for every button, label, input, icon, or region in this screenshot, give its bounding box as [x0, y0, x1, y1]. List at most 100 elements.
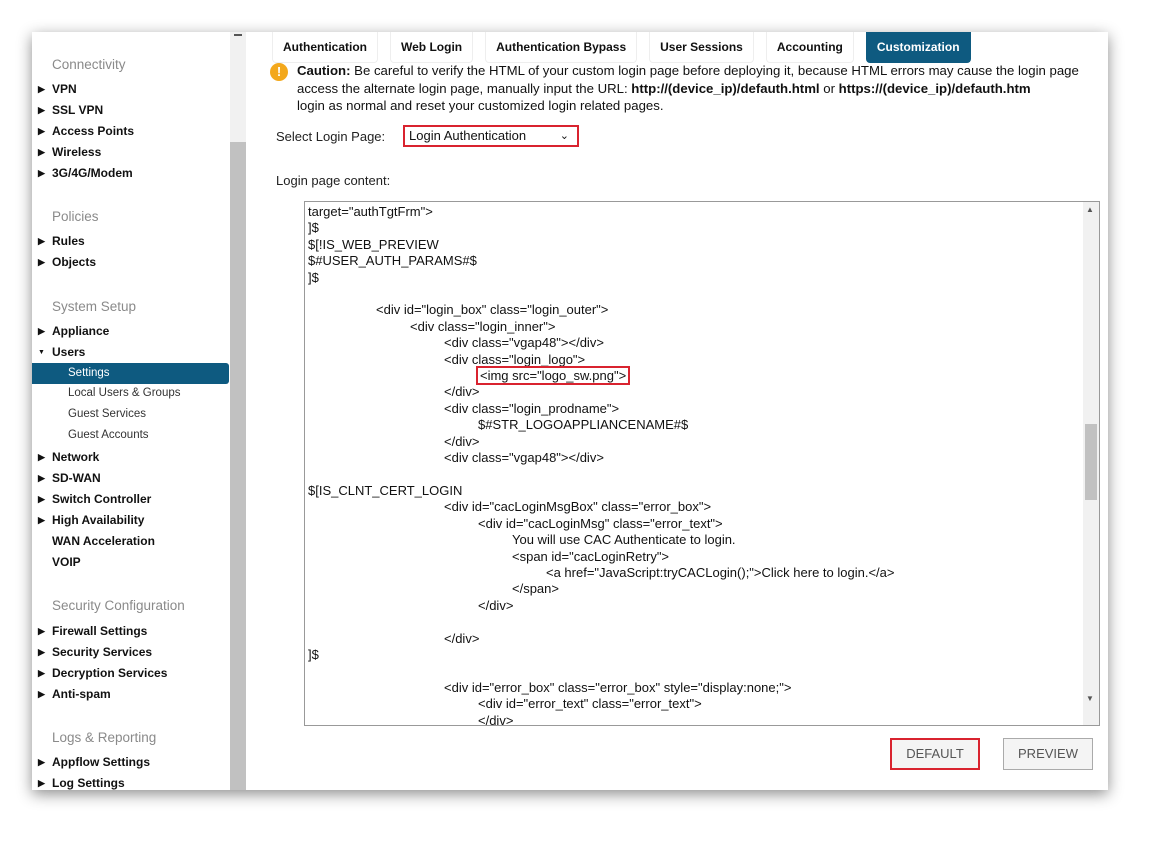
sidebar-scrollbar[interactable]	[230, 32, 246, 790]
sidebar-item-security-services[interactable]: ▶ Security Services	[38, 645, 152, 659]
caret-right-icon: ▶	[38, 167, 45, 178]
caret-right-icon: ▶	[38, 688, 45, 699]
caret-right-icon: ▶	[38, 104, 45, 115]
sidebar-item-network[interactable]: ▶ Network	[38, 450, 99, 464]
sidebar-item-appflow-settings[interactable]: ▶ Appflow Settings	[38, 755, 150, 769]
caret-right-icon: ▶	[38, 646, 45, 657]
sidebar-item-label: Anti-spam	[52, 687, 111, 701]
scroll-up-icon[interactable]: ▲	[1086, 205, 1094, 214]
code-text: target="authTgtFrm"> ]$ $[!IS_WEB_PREVIE…	[308, 204, 609, 367]
sidebar-item-wan-acceleration[interactable]: WAN Acceleration	[38, 534, 155, 548]
sidebar-item-label: Users	[52, 345, 86, 359]
caret-right-icon: ▶	[38, 146, 45, 157]
app-window: Connectivity ▶ VPN ▶ SSL VPN ▶ Access Points ▶ W…	[32, 32, 1108, 790]
warning-icon: !	[270, 63, 288, 81]
main-panel: Authentication Web Login Authentication …	[246, 32, 1108, 790]
section-system-setup: System Setup	[52, 299, 137, 314]
section-security-configuration: Security Configuration	[52, 598, 185, 613]
sidebar-item-3g-4g-modem[interactable]: ▶ 3G/4G/Modem	[38, 166, 133, 180]
caret-right-icon: ▶	[38, 514, 45, 525]
select-login-page-label: Select Login Page:	[276, 129, 386, 144]
textarea-scrollbar[interactable]: ▲ ▼	[1083, 202, 1099, 725]
caret-right-icon: ▶	[38, 125, 45, 136]
sidebar-item-sd-wan[interactable]: ▶ SD-WAN	[38, 471, 101, 485]
sidebar-item-label: Decryption Services	[52, 666, 168, 680]
tab-authentication[interactable]: Authentication	[272, 32, 378, 63]
caret-right-icon: ▶	[38, 777, 45, 788]
chevron-down-icon: ⌄	[559, 130, 569, 142]
sidebar-item-rules[interactable]: ▶ Rules	[38, 234, 85, 248]
caution-text: Be careful to verify the HTML of your cu…	[350, 63, 1079, 78]
caret-right-icon: ▶	[38, 756, 45, 767]
default-button[interactable]: DEFAULT	[890, 738, 980, 770]
tab-accounting[interactable]: Accounting	[765, 32, 854, 63]
sidebar-item-label: Appliance	[52, 324, 110, 338]
sidebar-item-label: WAN Acceleration	[52, 534, 155, 548]
highlighted-img-tag: <img src="logo_sw.png">	[475, 366, 631, 386]
sidebar-item-high-availability[interactable]: ▶ High Availability	[38, 513, 144, 527]
scroll-down-icon[interactable]: ▼	[1086, 694, 1094, 703]
sidebar-item-ssl-vpn[interactable]: ▶ SSL VPN	[38, 103, 103, 117]
tab-web-login[interactable]: Web Login	[390, 32, 474, 63]
sidebar-item-access-points[interactable]: ▶ Access Points	[38, 124, 134, 138]
caret-down-icon: ▼	[38, 348, 45, 356]
tab-customization[interactable]: Customization	[865, 32, 971, 63]
sidebar-item-wireless[interactable]: ▶ Wireless	[38, 145, 101, 159]
sidebar-item-appliance[interactable]: ▶ Appliance	[38, 324, 109, 338]
scrollbar-thumb[interactable]	[1085, 424, 1097, 500]
sidebar-subitem-guest-services[interactable]: Guest Services	[68, 408, 146, 420]
sidebar-subitem-local-users-groups[interactable]: Local Users & Groups	[68, 387, 181, 399]
sidebar-item-anti-spam[interactable]: ▶ Anti-spam	[38, 687, 111, 701]
caution-text-2: access the alternate login page, manuall…	[297, 80, 632, 96]
login-page-content-textarea[interactable]: target="authTgtFrm"> ]$ $[!IS_WEB_PREVIE…	[304, 201, 1100, 726]
sidebar-subitem-guest-accounts[interactable]: Guest Accounts	[68, 429, 149, 441]
tab-bar: Authentication Web Login Authentication …	[272, 32, 971, 63]
sidebar-item-label: VOIP	[52, 555, 81, 569]
scrollbar-thumb[interactable]	[230, 142, 246, 790]
caret-right-icon: ▶	[38, 667, 45, 678]
caret-right-icon: ▶	[38, 325, 45, 336]
sidebar-item-label: Access Points	[52, 124, 135, 138]
caret-right-icon: ▶	[38, 472, 45, 483]
code-text-rest: </div> <div class="login_prodname"> $#ST…	[308, 384, 895, 726]
caret-right-icon: ▶	[38, 451, 45, 462]
caret-right-icon: ▶	[38, 256, 45, 267]
sidebar-item-decryption-services[interactable]: ▶ Decryption Services	[38, 666, 167, 680]
sidebar-item-objects[interactable]: ▶ Objects	[38, 255, 96, 269]
caret-right-icon: ▶	[38, 625, 45, 636]
content-label: Login page content:	[276, 173, 391, 188]
sidebar-subitem-settings[interactable]: Settings	[32, 363, 229, 384]
sidebar-item-label: Wireless	[52, 145, 102, 159]
caution-text-3: login as normal and reset your customize…	[297, 98, 664, 113]
sidebar-item-label: SSL VPN	[52, 103, 104, 117]
sidebar-item-label: Firewall Settings	[52, 624, 148, 638]
sidebar-item-vpn[interactable]: ▶ VPN	[38, 82, 77, 96]
sidebar-item-label: High Availability	[52, 513, 145, 527]
scroll-up-icon[interactable]	[234, 34, 242, 36]
tab-user-sessions[interactable]: User Sessions	[649, 32, 754, 63]
section-logs-reporting: Logs & Reporting	[52, 730, 157, 745]
sidebar-item-label: 3G/4G/Modem	[52, 166, 133, 180]
sidebar-item-label: VPN	[52, 82, 77, 96]
sidebar-item-label: Appflow Settings	[52, 755, 150, 769]
sidebar-item-label: SD-WAN	[52, 471, 101, 485]
caret-right-icon: ▶	[38, 235, 45, 246]
url-https: https://(device_ip)/defauth.htm	[838, 80, 1031, 96]
preview-button[interactable]: PREVIEW	[1003, 738, 1093, 770]
login-page-select[interactable]: Login Authentication ⌄	[403, 125, 579, 147]
caution-message: ! Caution: Be careful to verify the HTML…	[270, 62, 1108, 115]
sidebar-item-voip[interactable]: VOIP	[38, 555, 81, 569]
sidebar-item-firewall-settings[interactable]: ▶ Firewall Settings	[38, 624, 147, 638]
tab-authentication-bypass[interactable]: Authentication Bypass	[485, 32, 638, 63]
sidebar-item-label: Objects	[52, 255, 97, 269]
sidebar-item-switch-controller[interactable]: ▶ Switch Controller	[38, 492, 151, 506]
select-value: Login Authentication	[409, 128, 527, 143]
sidebar-item-users[interactable]: ▼ Users	[38, 345, 85, 359]
section-connectivity: Connectivity	[52, 57, 126, 72]
sidebar-item-label: Security Services	[52, 645, 153, 659]
caret-right-icon: ▶	[38, 493, 45, 504]
sidebar-item-label: Switch Controller	[52, 492, 152, 506]
sidebar-item-log-settings[interactable]: ▶ Log Settings	[38, 776, 125, 790]
sidebar: Connectivity ▶ VPN ▶ SSL VPN ▶ Access Points ▶ W…	[32, 32, 230, 790]
caret-right-icon: ▶	[38, 83, 45, 94]
